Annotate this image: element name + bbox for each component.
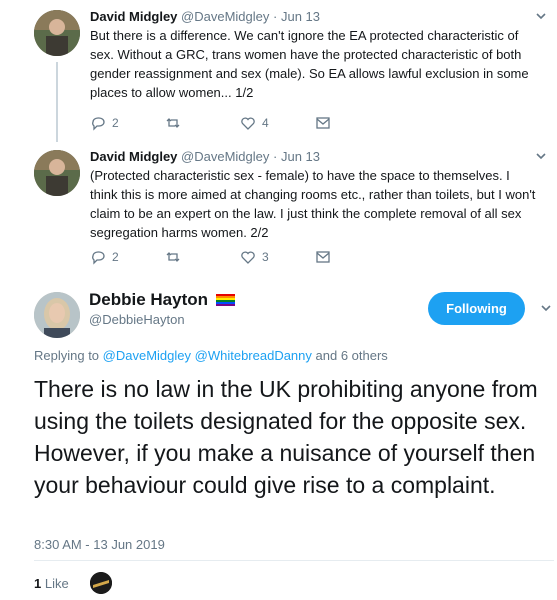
like-icon (241, 251, 255, 264)
following-button[interactable]: Following (428, 292, 525, 325)
retweet-button[interactable] (165, 115, 240, 131)
reply-tweet-2[interactable]: David Midgley @DaveMidgley · Jun 13 (Pro… (0, 148, 557, 278)
like-button[interactable]: 4 (240, 115, 315, 131)
tweet-text: (Protected characteristic sex - female) … (90, 168, 536, 240)
reply-icon (92, 117, 105, 131)
divider (34, 560, 554, 561)
tweet-header: David Midgley @DaveMidgley · Jun 13 (90, 8, 320, 25)
replying-suffix[interactable]: and 6 others (316, 348, 388, 363)
thread-line (56, 62, 58, 142)
retweet-icon (166, 252, 180, 262)
like-count: 1 (34, 576, 42, 591)
avatar[interactable] (90, 572, 112, 594)
like-count: 4 (262, 116, 269, 130)
reply-icon (92, 251, 105, 265)
reply-button[interactable]: 2 (90, 115, 165, 131)
mention-link[interactable]: @WhitebreadDanny (195, 348, 312, 363)
rainbow-flag-icon (216, 294, 236, 306)
author-handle[interactable]: @DaveMidgley (181, 9, 269, 24)
author-handle[interactable]: @DaveMidgley (181, 149, 269, 164)
direct-message-button[interactable] (315, 249, 390, 265)
main-tweet-text: There is no law in the UK prohibiting an… (34, 376, 538, 498)
separator: · (273, 9, 278, 24)
like-label: Like (44, 576, 69, 591)
tweet-date[interactable]: Jun 13 (281, 9, 320, 24)
main-tweet-header: Debbie Hayton @DebbieHayton Following (0, 282, 557, 342)
author-name[interactable]: David Midgley (90, 149, 177, 164)
chevron-down-icon[interactable] (533, 148, 549, 164)
chevron-down-icon[interactable] (538, 300, 554, 316)
like-count: 3 (262, 250, 269, 264)
direct-message-button[interactable] (315, 115, 390, 131)
reply-button[interactable]: 2 (90, 249, 165, 265)
tweet-timestamp[interactable]: 8:30 AM - 13 Jun 2019 (34, 537, 165, 552)
tweet-actions: 2 3 (90, 249, 390, 265)
retweet-button[interactable] (165, 249, 240, 265)
mention-link[interactable]: @DaveMidgley (103, 348, 191, 363)
direct-message-icon (316, 117, 330, 129)
like-icon (241, 117, 255, 130)
author-name[interactable]: Debbie Hayton (89, 290, 208, 310)
separator: · (273, 149, 278, 164)
replying-to: Replying to @DaveMidgley @WhitebreadDann… (34, 348, 388, 363)
tweet-actions: 2 4 (90, 115, 390, 131)
reply-count: 2 (112, 116, 119, 130)
author-name-row: Debbie Hayton (89, 290, 236, 310)
reply-count: 2 (112, 250, 119, 264)
tweet-header: David Midgley @DaveMidgley · Jun 13 (90, 148, 320, 165)
author-name[interactable]: David Midgley (90, 9, 177, 24)
direct-message-icon (316, 251, 330, 263)
avatar[interactable] (34, 10, 80, 56)
avatar[interactable] (34, 150, 80, 196)
tweet-text: But there is a difference. We can't igno… (90, 28, 529, 100)
reply-tweet-1[interactable]: David Midgley @DaveMidgley · Jun 13 But … (0, 8, 557, 142)
like-button[interactable]: 3 (240, 249, 315, 265)
like-stat[interactable]: 1 Like (34, 576, 69, 591)
chevron-down-icon[interactable] (533, 8, 549, 24)
avatar[interactable] (34, 292, 80, 338)
tweet-date[interactable]: Jun 13 (281, 149, 320, 164)
author-handle[interactable]: @DebbieHayton (89, 312, 185, 327)
retweet-icon (166, 118, 180, 128)
replying-prefix: Replying to (34, 348, 100, 363)
